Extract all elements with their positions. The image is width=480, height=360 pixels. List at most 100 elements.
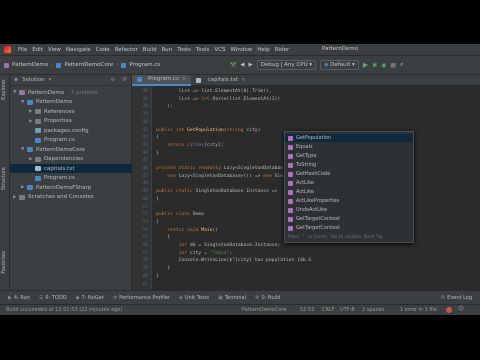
debug-icon[interactable]: ✱ bbox=[372, 62, 377, 69]
coverage-icon[interactable]: ◉ bbox=[381, 62, 386, 69]
completion-item[interactable]: GetHashCode bbox=[285, 170, 413, 178]
menu-item[interactable]: VCS bbox=[214, 47, 225, 53]
menu-item[interactable]: Run bbox=[162, 47, 173, 53]
menu-item[interactable]: Tools bbox=[196, 47, 210, 53]
notification-icon[interactable]: ☺ bbox=[458, 306, 464, 312]
menu-item[interactable]: Build bbox=[143, 47, 157, 53]
bottom-tool-label: 7: NuGet bbox=[81, 294, 104, 301]
breadcrumb-item[interactable]: PatternDemoCore bbox=[64, 62, 113, 68]
editor-tab[interactable]: capitals.txt × bbox=[191, 75, 250, 86]
status-errors[interactable]: 1 error in 1 file bbox=[400, 307, 437, 313]
line-number: 55 bbox=[142, 235, 148, 241]
solution-title[interactable]: Solution bbox=[22, 77, 44, 83]
run-config-dropdown[interactable]: ◆ Default ▾ bbox=[320, 60, 359, 70]
tree-item[interactable]: ▼ PatternDemoCore bbox=[10, 145, 132, 154]
run-icon[interactable]: ▶ bbox=[363, 61, 368, 69]
completion-item[interactable]: UndoActLike bbox=[285, 206, 413, 214]
bottom-tool-label: 0: Build bbox=[261, 294, 281, 301]
status-encoding[interactable]: UTF-8 bbox=[340, 307, 355, 313]
breadcrumb-item[interactable]: Program.cs bbox=[129, 62, 160, 68]
profiler-icon: ◔ bbox=[112, 294, 118, 301]
completion-item[interactable]: ActLikeProperties bbox=[285, 197, 413, 205]
menu-item[interactable]: File bbox=[18, 47, 27, 53]
breadcrumb-separator-icon: › bbox=[51, 62, 54, 68]
hammer-icon[interactable]: ⚒ bbox=[230, 61, 236, 69]
tool-window-tab[interactable]: Favorites bbox=[1, 251, 7, 274]
menu-item[interactable]: Tests bbox=[177, 47, 191, 53]
bottom-tool-button[interactable]: ▶ 4: Run bbox=[8, 295, 30, 301]
project-icon bbox=[4, 62, 9, 68]
tree-item[interactable]: capitals.txt bbox=[10, 164, 132, 173]
gear-icon[interactable]: ⚙ bbox=[122, 77, 127, 83]
completion-item[interactable]: ActLike bbox=[285, 179, 413, 187]
completion-item[interactable]: GetType bbox=[285, 152, 413, 160]
editor-tab[interactable]: Program.cs × bbox=[132, 74, 192, 86]
tree-item[interactable]: ▶ Scratches and Consoles bbox=[10, 193, 132, 202]
search-icon[interactable]: ⌕ bbox=[400, 61, 403, 69]
line-number: 53 bbox=[142, 219, 148, 225]
folder-icon bbox=[27, 147, 33, 152]
bottom-tool-button[interactable]: ⚒ 0: Build bbox=[255, 295, 281, 301]
completion-item[interactable]: GetPopulation bbox=[285, 134, 413, 142]
bottom-tool-button[interactable]: ◔ Performance Profiler bbox=[113, 295, 170, 301]
method-icon bbox=[288, 216, 293, 222]
menu-item[interactable]: Refactor bbox=[115, 47, 138, 53]
menu-item[interactable]: Rider bbox=[275, 47, 290, 53]
completion-item[interactable]: GetTargetContext bbox=[285, 215, 413, 223]
status-line-ending[interactable]: CRLF bbox=[322, 307, 335, 313]
forward-icon[interactable]: ▶ bbox=[249, 62, 253, 68]
completion-item[interactable]: ActLike bbox=[285, 188, 413, 196]
collapse-icon[interactable]: ⊖ bbox=[110, 77, 115, 83]
menu-item[interactable]: View bbox=[48, 47, 61, 53]
line-number: 48 bbox=[142, 181, 148, 187]
status-message[interactable]: Build succeeded at 12:01:53 (22 minutes … bbox=[6, 307, 122, 313]
tree-item[interactable]: packages.config bbox=[10, 126, 132, 135]
tree-item[interactable]: ▶ PatternDemoFSharp bbox=[10, 183, 132, 192]
status-project[interactable]: PatternDemoCore bbox=[242, 307, 286, 313]
line-number: 42 bbox=[142, 135, 148, 141]
tree-item-label: Dependencies bbox=[44, 156, 84, 162]
bottom-tool-button[interactable]: ✉ Event Log bbox=[441, 295, 472, 301]
menu-item[interactable]: Window bbox=[231, 47, 253, 53]
tree-item[interactable]: ▶ References bbox=[10, 107, 132, 116]
close-icon[interactable]: × bbox=[182, 76, 187, 82]
completion-item[interactable]: Equals bbox=[285, 143, 413, 151]
code-line: } bbox=[156, 197, 159, 202]
status-position[interactable]: 52:53 bbox=[300, 307, 314, 313]
menu-item[interactable]: Edit bbox=[32, 47, 43, 53]
completion-item[interactable]: ToString bbox=[285, 161, 413, 169]
bottom-tool-button[interactable]: ▣ Terminal bbox=[218, 295, 246, 301]
close-icon[interactable]: × bbox=[241, 77, 246, 83]
menu-item[interactable]: Help bbox=[257, 47, 270, 53]
line-number: 39 bbox=[142, 112, 148, 118]
code-line: static void Main() bbox=[156, 228, 218, 233]
tree-item[interactable]: ▶ Dependencies bbox=[10, 155, 132, 164]
tree-item[interactable]: Program.cs bbox=[10, 174, 132, 183]
chevron-down-icon[interactable]: ▾ bbox=[49, 77, 52, 83]
method-icon bbox=[288, 189, 293, 195]
tree-item[interactable]: ▼ PatternDemo · 7 projects bbox=[10, 88, 132, 97]
back-icon[interactable]: ◀ bbox=[240, 62, 244, 68]
bottom-tool-button[interactable]: ☰ 6: TODO bbox=[39, 295, 67, 301]
bottom-tool-button[interactable]: ◈ Unit Tests bbox=[179, 295, 209, 301]
breadcrumb-item[interactable]: PatternDemo bbox=[12, 62, 48, 68]
tree-item[interactable]: ▼ PatternDemo bbox=[10, 98, 132, 107]
tool-window-tab[interactable]: Structure bbox=[1, 167, 7, 190]
stop-icon[interactable]: ■ bbox=[390, 62, 396, 69]
menu-item[interactable]: Navigate bbox=[66, 47, 91, 53]
tree-item-label: Properties bbox=[44, 118, 72, 124]
bottom-tool-button[interactable]: ◆ 7: NuGet bbox=[76, 295, 104, 301]
code-line: private static readonly Lazy<SingletonDa… bbox=[156, 166, 283, 171]
tree-item[interactable]: Program.cs bbox=[10, 136, 132, 145]
status-indent[interactable]: 2 spaces bbox=[362, 307, 384, 313]
completion-item-label: GetPopulation bbox=[296, 135, 332, 141]
tree-item-label: packages.config bbox=[44, 127, 89, 134]
run-config-label: Default bbox=[330, 62, 351, 68]
menu-item[interactable]: Code bbox=[96, 47, 110, 53]
tree-item-label: References bbox=[44, 108, 75, 115]
build-config-dropdown[interactable]: Debug | Any CPU ▾ bbox=[256, 60, 317, 70]
method-icon bbox=[288, 171, 293, 177]
tool-window-tab[interactable]: Explorer bbox=[1, 79, 7, 100]
tree-item[interactable]: ▶ Properties bbox=[10, 117, 132, 126]
completion-item[interactable]: GetTargetContext bbox=[285, 224, 413, 232]
